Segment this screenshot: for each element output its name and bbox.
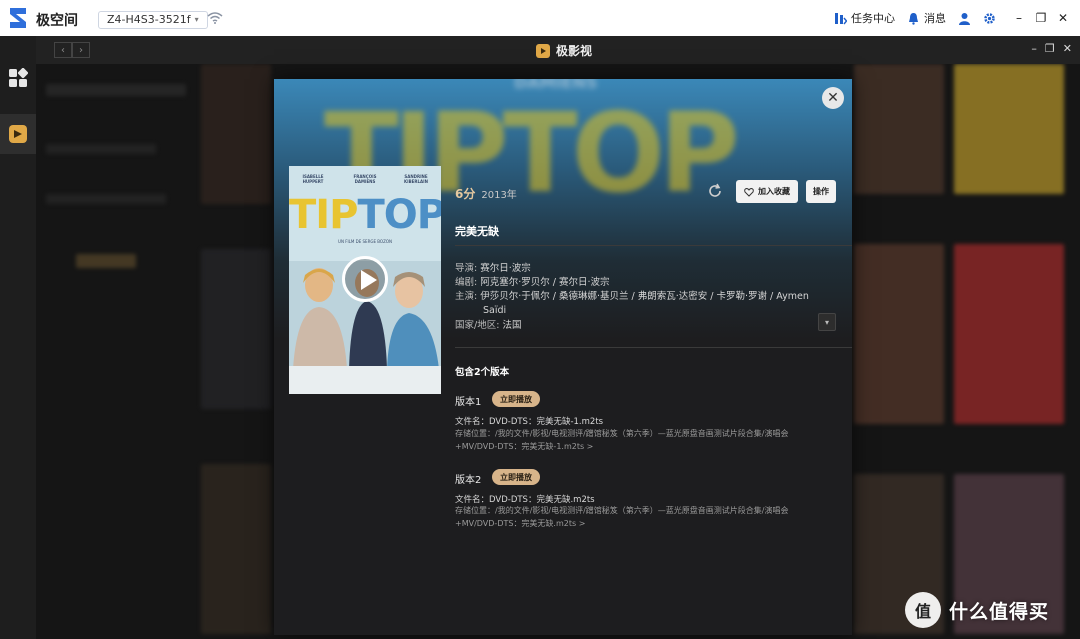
cast-row-continued: Saïdi bbox=[483, 305, 507, 316]
messages-label: 消息 bbox=[924, 12, 946, 25]
cast-label: 主演: bbox=[455, 291, 478, 302]
writer-label: 编剧: bbox=[455, 277, 478, 288]
bg-poster bbox=[954, 64, 1064, 194]
device-name: Z4-H4S3-3521f bbox=[107, 13, 191, 26]
director-label: 导演: bbox=[455, 263, 478, 274]
task-center-label: 任务中心 bbox=[851, 12, 895, 25]
rail-item-apps[interactable] bbox=[0, 58, 36, 98]
version-name: 版本1 bbox=[455, 397, 482, 408]
storage-path-line: 存储位置：/我的文件/影视/电视测评/蹭馆秘笈（第六季）—蓝光原盘音画测试片段合… bbox=[455, 429, 789, 438]
cast-value: 伊莎贝尔·于佩尔 / 桑德琳娜·基贝兰 / 弗朗索瓦·达密安 / 卡罗勒·罗谢 … bbox=[480, 291, 809, 302]
version-name: 版本2 bbox=[455, 475, 482, 486]
expand-details-button[interactable]: ▾ bbox=[818, 313, 836, 331]
bell-icon bbox=[909, 12, 918, 25]
left-app-rail bbox=[0, 36, 36, 639]
divider bbox=[455, 347, 852, 348]
bg-poster bbox=[854, 244, 944, 424]
settings-button[interactable] bbox=[983, 12, 996, 25]
site-watermark: 值 什么值得买 bbox=[905, 592, 1049, 628]
poster-title-top: TOP bbox=[357, 192, 441, 238]
storage-path-line: 存储位置：/我的文件/影视/电视测评/蹭馆秘笈（第六季）—蓝光原盘音画测试片段合… bbox=[455, 506, 789, 515]
watermark-logo-icon: 值 bbox=[905, 592, 941, 628]
app-title: 极影视 bbox=[556, 44, 593, 58]
storage-path-line: +MV/DVD-DTS：完美无缺-1.m2ts > bbox=[455, 441, 594, 451]
user-icon bbox=[959, 12, 970, 25]
storage-path-line: +MV/DVD-DTS：完美无缺.m2ts > bbox=[455, 518, 586, 528]
director-value: 赛尔日·波宗 bbox=[480, 263, 531, 274]
version-file-name: 文件名：DVD-DTS：完美无缺.m2ts bbox=[455, 495, 595, 505]
app-title-bar: ‹ › 极影视 – ❐ ✕ bbox=[36, 36, 1080, 64]
movie-detail-modal: DAMIENS TIPTOP ✕ ISABELLE HUPPERT FRANÇO… bbox=[274, 79, 852, 635]
bg-poster bbox=[201, 249, 271, 409]
device-selector[interactable]: Z4-H4S3-3521f ▾ bbox=[98, 11, 208, 29]
poster-cast-right: SANDRINE KIBERLAIN bbox=[404, 174, 428, 184]
task-center-button[interactable]: 任务中心 bbox=[834, 10, 895, 26]
wifi-icon bbox=[207, 12, 223, 24]
bg-poster bbox=[854, 64, 944, 194]
refresh-icon[interactable] bbox=[707, 183, 723, 199]
system-maximize-button[interactable]: ❐ bbox=[1030, 11, 1052, 25]
writer-value: 阿克塞尔·罗贝尔 / 赛尔日·波宗 bbox=[480, 277, 610, 288]
country-label: 国家/地区: bbox=[455, 320, 500, 331]
country-row: 国家/地区: 法国 bbox=[455, 319, 521, 334]
bg-block bbox=[46, 144, 156, 154]
add-favorite-label: 加入收藏 bbox=[758, 187, 790, 196]
poster-cast-left: ISABELLE HUPPERT bbox=[302, 174, 324, 184]
movie-poster[interactable]: ISABELLE HUPPERT FRANÇOIS DAMIENS SANDRI… bbox=[289, 166, 441, 394]
system-close-button[interactable]: ✕ bbox=[1052, 11, 1074, 25]
poster-title: TIPTOP bbox=[289, 192, 441, 238]
app-window: 极空间 Z4-H4S3-3521f ▾ 任务中心 消息 – ❐ ✕ ‹ › 极影… bbox=[0, 0, 1080, 639]
bg-poster bbox=[201, 464, 271, 634]
bg-block bbox=[76, 254, 136, 268]
rating-score: 6分 bbox=[455, 187, 476, 201]
watermark-text: 什么值得买 bbox=[949, 600, 1050, 623]
back-button[interactable]: ‹ bbox=[54, 42, 72, 58]
divider bbox=[455, 245, 852, 246]
video-app-icon bbox=[536, 43, 550, 58]
movie-title: 完美无缺 bbox=[455, 225, 499, 238]
video-app-icon bbox=[9, 125, 27, 143]
add-favorite-button[interactable]: 加入收藏 bbox=[736, 180, 798, 203]
brand-name: 极空间 bbox=[36, 13, 78, 29]
favorite-add-icon bbox=[744, 187, 754, 197]
play-icon[interactable] bbox=[342, 256, 388, 302]
director-row: 导演: 赛尔日·波宗 bbox=[455, 262, 531, 277]
system-top-bar: 极空间 Z4-H4S3-3521f ▾ 任务中心 消息 – ❐ ✕ bbox=[0, 0, 1080, 36]
bg-block bbox=[46, 84, 186, 96]
app-close-button[interactable]: ✕ bbox=[1063, 42, 1072, 55]
user-button[interactable] bbox=[958, 12, 971, 25]
poster-footer bbox=[289, 366, 441, 394]
cast-row: 主演: 伊莎贝尔·于佩尔 / 桑德琳娜·基贝兰 / 弗朗索瓦·达密安 / 卡罗勒… bbox=[455, 290, 809, 305]
versions-heading: 包含2个版本 bbox=[455, 367, 510, 378]
close-button[interactable]: ✕ bbox=[822, 87, 844, 109]
operate-button[interactable]: 操作 bbox=[806, 180, 836, 203]
chevron-down-icon: ▾ bbox=[194, 15, 199, 24]
poster-cast-center: FRANÇOIS DAMIENS bbox=[353, 174, 377, 184]
bg-poster bbox=[201, 64, 271, 204]
country-value: 法国 bbox=[502, 320, 522, 331]
app-maximize-button[interactable]: ❐ bbox=[1045, 42, 1055, 55]
rail-item-video[interactable] bbox=[0, 114, 36, 154]
poster-credit: UN FILM DE SERGE BOZON bbox=[338, 239, 392, 244]
play-now-button[interactable]: 立即播放 bbox=[492, 391, 540, 407]
forward-button[interactable]: › bbox=[72, 42, 90, 58]
poster-title-tip: TIP bbox=[289, 192, 358, 238]
apps-grid-icon bbox=[9, 68, 28, 87]
gear-icon bbox=[984, 12, 995, 24]
app-minimize-button[interactable]: – bbox=[1031, 42, 1037, 55]
messages-button[interactable]: 消息 bbox=[907, 10, 946, 26]
version-storage-path[interactable]: 存储位置：/我的文件/影视/电视测评/蹭馆秘笈（第六季）—蓝光原盘音画测试片段合… bbox=[455, 505, 835, 530]
brand-logo-icon bbox=[10, 8, 26, 28]
play-now-button[interactable]: 立即播放 bbox=[492, 469, 540, 485]
bg-block bbox=[46, 194, 166, 204]
writer-row: 编剧: 阿克塞尔·罗贝尔 / 赛尔日·波宗 bbox=[455, 276, 610, 291]
version-storage-path[interactable]: 存储位置：/我的文件/影视/电视测评/蹭馆秘笈（第六季）—蓝光原盘音画测试片段合… bbox=[455, 428, 835, 453]
system-minimize-button[interactable]: – bbox=[1008, 11, 1030, 25]
version-file-name: 文件名：DVD-DTS：完美无缺-1.m2ts bbox=[455, 417, 604, 427]
release-year: 2013年 bbox=[481, 190, 517, 201]
bg-poster bbox=[954, 244, 1064, 424]
task-center-icon bbox=[835, 12, 847, 24]
